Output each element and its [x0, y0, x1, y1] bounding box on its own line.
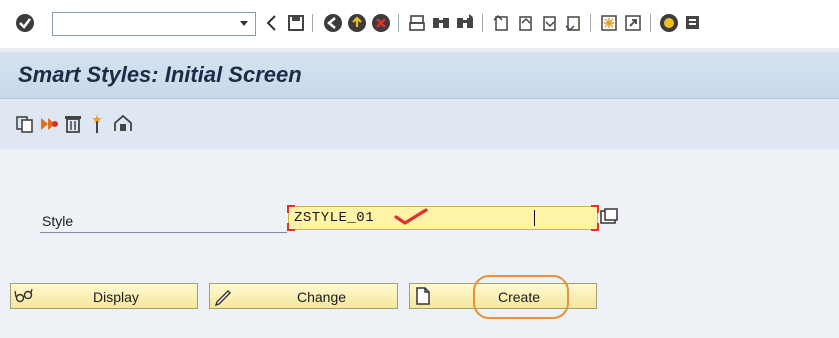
display-button[interactable]: Display	[10, 283, 198, 309]
help-icon[interactable]	[658, 12, 680, 34]
cancel-icon[interactable]	[370, 12, 392, 34]
create-highlight-annotation	[473, 275, 569, 319]
first-page-icon[interactable]	[490, 12, 512, 34]
text-cursor	[534, 210, 535, 226]
style-input-value: ZSTYLE_01	[294, 210, 375, 226]
system-toolbar	[0, 0, 839, 48]
glasses-icon	[14, 286, 34, 306]
display-button-label: Display	[93, 289, 139, 305]
back-green-icon[interactable]	[322, 12, 344, 34]
command-input[interactable]	[55, 14, 229, 36]
last-page-icon[interactable]	[562, 12, 584, 34]
new-session-icon[interactable]	[598, 12, 620, 34]
field-corner-tl	[287, 205, 295, 213]
application-toolbar	[0, 99, 839, 149]
find-icon[interactable]	[430, 12, 452, 34]
find-next-icon[interactable]	[454, 12, 476, 34]
command-field[interactable]	[52, 12, 256, 36]
prev-page-icon[interactable]	[514, 12, 536, 34]
change-button-label: Change	[297, 289, 347, 305]
shortcut-icon[interactable]	[622, 12, 644, 34]
style-input[interactable]: ZSTYLE_01	[287, 205, 599, 231]
pencil-icon	[213, 286, 233, 307]
field-corner-tr	[591, 205, 599, 213]
change-button[interactable]: Change	[209, 283, 398, 309]
back-icon[interactable]	[261, 12, 283, 34]
style-label: Style	[42, 213, 74, 229]
transport-icon[interactable]	[112, 113, 134, 135]
print-icon[interactable]	[406, 12, 428, 34]
page-title: Smart Styles: Initial Screen	[18, 62, 302, 87]
new-document-icon	[413, 286, 433, 306]
next-page-icon[interactable]	[538, 12, 560, 34]
main-content	[0, 150, 839, 338]
dropdown-icon[interactable]	[237, 16, 251, 35]
checkmark-annotation-icon	[394, 208, 428, 225]
layout-icon[interactable]	[682, 12, 704, 34]
exit-icon[interactable]	[346, 12, 368, 34]
field-corner-bl	[287, 223, 295, 231]
label-underline	[40, 232, 287, 233]
field-corner-br	[591, 223, 599, 231]
value-help-icon[interactable]	[599, 207, 619, 227]
rename-icon[interactable]	[38, 113, 60, 135]
enter-icon[interactable]	[14, 12, 36, 34]
copy-icon[interactable]	[14, 113, 36, 135]
title-bar: Smart Styles: Initial Screen	[0, 52, 839, 99]
delete-icon[interactable]	[62, 113, 84, 135]
test-icon[interactable]	[86, 113, 108, 135]
save-icon[interactable]	[285, 12, 307, 34]
